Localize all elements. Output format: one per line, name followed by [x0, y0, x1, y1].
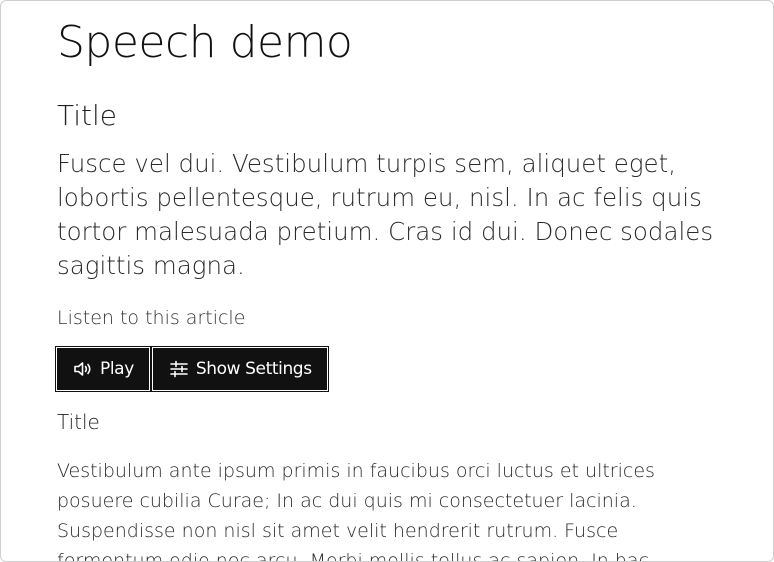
show-settings-button[interactable]: Show Settings	[150, 346, 329, 392]
page-title: Speech demo	[57, 17, 353, 68]
article-title: Title	[57, 99, 118, 132]
speaker-icon	[72, 358, 94, 380]
listen-label: Listen to this article	[57, 307, 246, 329]
play-button-label: Play	[100, 359, 134, 379]
player-controls: Play Show Settings	[55, 346, 717, 392]
page-frame: Speech demo Title Fusce vel dui. Vestibu…	[0, 0, 774, 562]
sliders-icon	[168, 358, 190, 380]
show-settings-label: Show Settings	[195, 359, 312, 379]
section-body: Vestibulum ante ipsum primis in faucibus…	[57, 460, 655, 562]
play-button[interactable]: Play	[55, 346, 151, 392]
section-title: Title	[57, 410, 100, 434]
main-content: Speech demo Title Fusce vel dui. Vestibu…	[55, 15, 717, 562]
article-lede: Fusce vel dui. Vestibulum turpis sem, al…	[57, 149, 714, 280]
